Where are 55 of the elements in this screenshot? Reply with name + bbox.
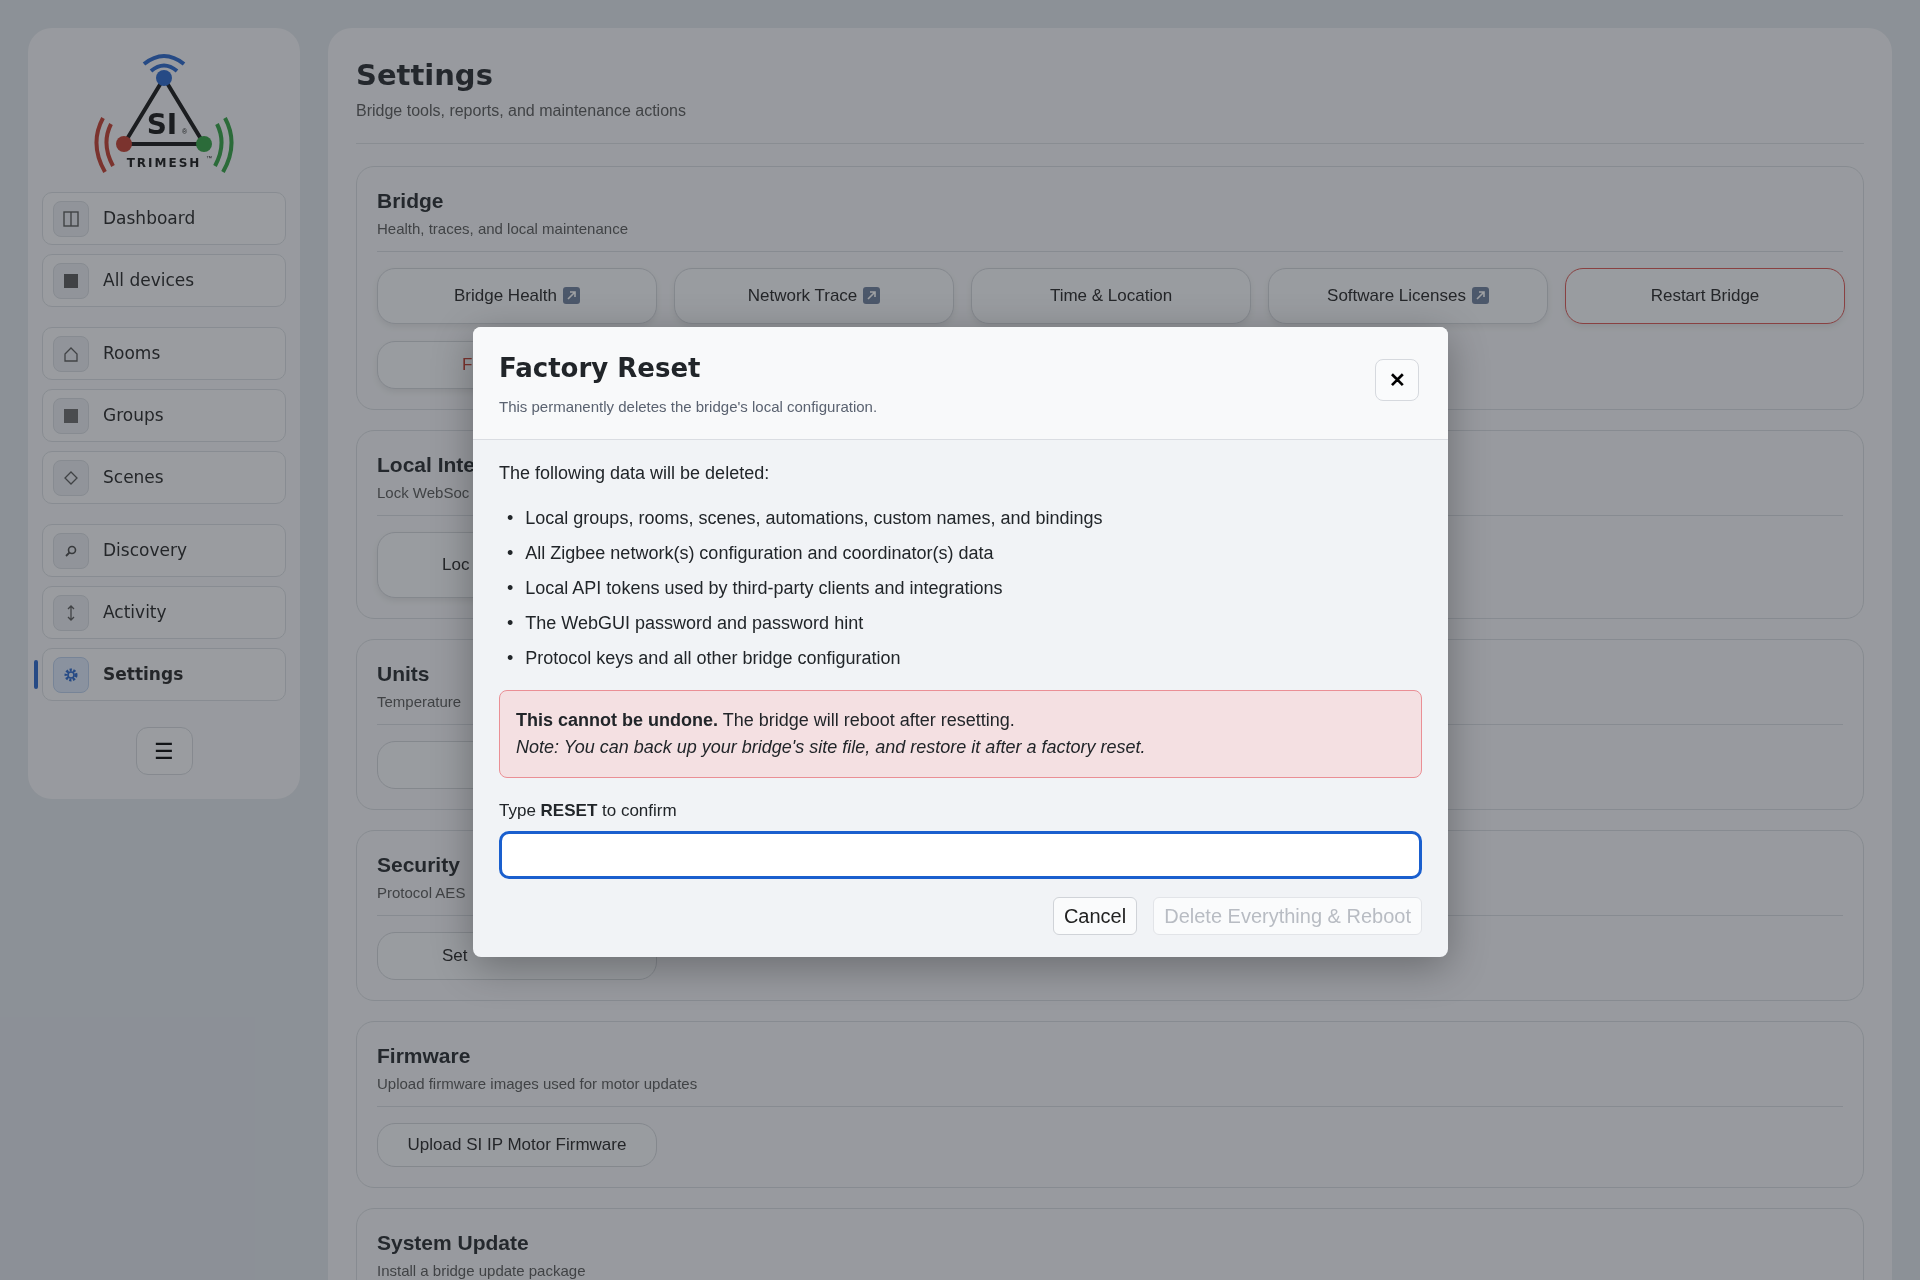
intro-text: The following data will be deleted:	[499, 461, 771, 485]
section-title: Local Inte	[377, 451, 476, 478]
bullet: •	[507, 541, 514, 565]
deleted-data-item: The WebGUI password and password hint	[525, 611, 864, 635]
section-subtitle: Install a bridge update package	[377, 1261, 586, 1280]
section-subtitle: Health, traces, and local maintenance	[377, 219, 628, 240]
section-title: Security	[377, 851, 460, 878]
dialog-subtitle: This permanently deletes the bridge's local configuration.	[499, 397, 878, 417]
section-subtitle: Protocol AES	[377, 883, 466, 904]
sidebar-item[interactable]: Groups	[42, 389, 286, 442]
sidebar-item[interactable]: Dashboard	[42, 192, 286, 245]
sidebar-item[interactable]: Discovery	[42, 524, 286, 577]
action-button[interactable]: Restart Bridge	[1565, 267, 1845, 324]
section-subtitle: Upload firmware images used for motor updates	[377, 1074, 698, 1095]
cancel-button[interactable]: Cancel	[1052, 897, 1138, 935]
section-title: Units	[377, 660, 430, 687]
section-title: System Update	[377, 1229, 529, 1256]
logo-mark: SI	[146, 108, 178, 141]
diamond-icon	[63, 469, 79, 486]
settings-icon	[63, 666, 79, 683]
bullet: •	[507, 506, 514, 530]
page-subtitle: Bridge tools, reports, and maintenance actions	[356, 98, 1864, 144]
bullet: •	[507, 611, 514, 635]
action-button[interactable]: Upload SI IP Motor Firmware	[377, 1122, 657, 1167]
deleted-data-item: All Zigbee network(s) configuration and coordinator(s) data	[525, 541, 994, 565]
bullet: •	[507, 646, 514, 670]
deleted-data-item: Protocol keys and all other bridge configuration	[525, 646, 901, 670]
section-subtitle: Temperature	[377, 692, 462, 713]
note-text: Note: You can back up your bridge's site file, and restore it after a factory reset.	[516, 735, 1147, 759]
sidebar-item[interactable]: Scenes	[42, 451, 286, 504]
action-button[interactable]: Network Trace	[674, 267, 954, 324]
columns-icon	[63, 210, 79, 227]
deleted-data-item: Local API tokens used by third-party clients and integrations	[525, 576, 1003, 600]
confirm-label: Type RESET to confirm	[499, 799, 678, 822]
action-button[interactable]: Bridge Health	[377, 267, 657, 324]
menu-button[interactable]: ☰	[135, 727, 193, 775]
sidebar-item[interactable]: All devices	[42, 254, 286, 307]
warning-text: This cannot be undone. The bridge will reboot after resetting.	[516, 708, 1016, 732]
section-title: Bridge	[377, 187, 444, 214]
dialog-title: Factory Reset	[499, 352, 701, 385]
section-subtitle: Lock WebSoc	[377, 483, 470, 504]
deleted-data-item: Local groups, rooms, scenes, automations, custom names, and bindings	[525, 506, 1103, 530]
logo-wordmark: TRIMESH	[126, 156, 202, 170]
house-icon	[63, 345, 79, 362]
sidebar-item[interactable]: Rooms	[42, 327, 286, 380]
grid-icon	[63, 272, 79, 289]
action-button[interactable]: Software Licenses	[1268, 267, 1548, 324]
close-button[interactable]: ✕	[1375, 359, 1419, 401]
grid-icon	[63, 407, 79, 424]
sidebar-item[interactable]: Activity	[42, 586, 286, 639]
confirm-input[interactable]	[499, 831, 1422, 879]
bullet: •	[507, 576, 514, 600]
page-title: Settings	[356, 58, 494, 93]
action-button[interactable]: Time & Location	[971, 267, 1251, 324]
section-title: Firmware	[377, 1042, 471, 1069]
